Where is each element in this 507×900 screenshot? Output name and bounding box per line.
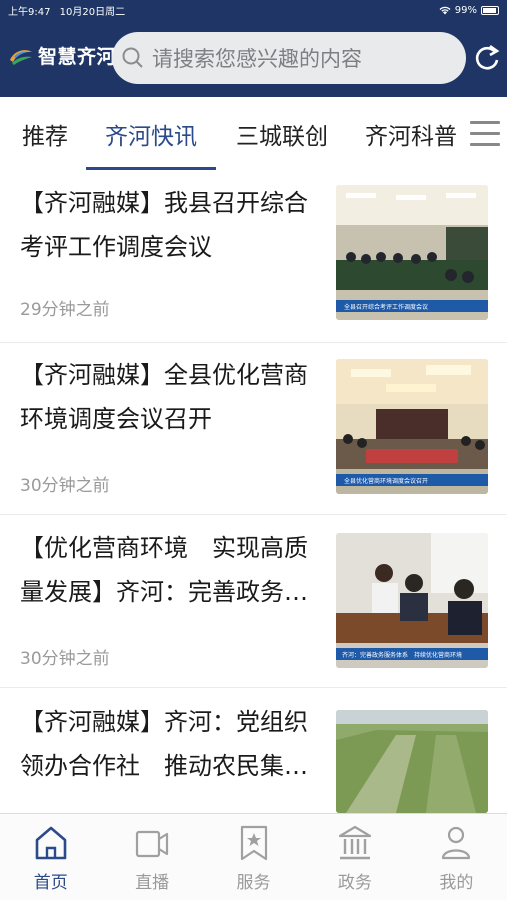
news-item[interactable]: 【齐河融媒】我县召开综合考评工作调度会议 29分钟之前 全县召开综合考评工作调度… xyxy=(0,171,507,343)
thumbnail-caption: 全县召开综合考评工作调度会议 xyxy=(344,303,428,311)
video-icon xyxy=(136,830,169,858)
search-icon xyxy=(122,47,143,68)
nav-mine[interactable]: 我的 xyxy=(406,814,507,900)
search-bar[interactable]: 请搜索您感兴趣的内容 xyxy=(112,32,466,84)
news-item[interactable]: 【齐河融媒】全县优化营商环境调度会议召开 30分钟之前 全县优化营商环境调度会议… xyxy=(0,343,507,515)
news-item[interactable]: 【优化营商环境 实现高质量发展】齐河：完善政务… 30分钟之前 齐河：完善政务服… xyxy=(0,516,507,688)
battery-percent: 99% xyxy=(454,4,477,16)
news-title: 【齐河融媒】齐河：党组织领办合作社 推动农民集… xyxy=(20,708,308,780)
logo-text: 智慧齐河 xyxy=(38,46,117,68)
news-thumbnail xyxy=(336,710,488,813)
news-thumbnail: 全县召开综合考评工作调度会议 xyxy=(336,185,488,320)
tab-qihe-news[interactable]: 齐河快讯 xyxy=(105,117,197,151)
news-time: 30分钟之前 xyxy=(20,649,110,669)
nav-government[interactable]: 政务 xyxy=(304,814,405,900)
user-icon xyxy=(442,826,471,860)
bottom-navigation: 首页 直播 服务 政务 我的 xyxy=(0,813,507,900)
nav-service[interactable]: 服务 xyxy=(203,814,304,900)
news-time: 30分钟之前 xyxy=(20,476,110,496)
status-date: 10月20日周二 xyxy=(59,6,126,18)
nav-mine-label: 我的 xyxy=(439,873,474,893)
news-time: 29分钟之前 xyxy=(20,300,110,320)
app-header: 上午9:47 10月20日周二 99% 智慧齐河 请搜索您感兴趣的内容 xyxy=(0,0,507,97)
nav-government-label: 政务 xyxy=(337,873,372,893)
news-title: 【齐河融媒】我县召开综合考评工作调度会议 xyxy=(20,189,308,261)
news-title: 【优化营商环境 实现高质量发展】齐河：完善政务… xyxy=(20,534,308,606)
tab-sancheng[interactable]: 三城联创 xyxy=(236,117,328,151)
home-icon xyxy=(35,826,67,860)
nav-service-label: 服务 xyxy=(236,873,271,893)
search-placeholder: 请搜索您感兴趣的内容 xyxy=(152,47,362,71)
nav-live-label: 直播 xyxy=(135,873,170,893)
thumbnail-caption: 齐河：完善政务服务体系 持续优化营商环境 xyxy=(342,651,462,659)
category-tabs: 推荐 齐河快讯 三城联创 齐河科普 xyxy=(0,97,507,171)
menu-icon[interactable] xyxy=(470,121,500,147)
battery-icon xyxy=(481,5,499,15)
thumbnail-caption: 全县优化营商环境调度会议召开 xyxy=(344,477,428,485)
nav-home-label: 首页 xyxy=(33,873,68,893)
active-tab-indicator xyxy=(86,167,216,170)
government-building-icon xyxy=(338,825,372,860)
news-thumbnail: 全县优化营商环境调度会议召开 xyxy=(336,359,488,494)
app-logo[interactable]: 智慧齐河 xyxy=(8,42,116,69)
refresh-icon[interactable] xyxy=(472,40,502,76)
nav-live[interactable]: 直播 xyxy=(101,814,202,900)
bookmark-star-icon xyxy=(240,825,267,861)
logo-swoosh-icon xyxy=(10,49,32,65)
news-thumbnail: 齐河：完善政务服务体系 持续优化营商环境 xyxy=(336,533,488,668)
wifi-icon xyxy=(439,6,451,14)
status-time: 上午9:47 xyxy=(8,6,51,18)
nav-home[interactable]: 首页 xyxy=(0,814,101,900)
tab-recommend[interactable]: 推荐 xyxy=(22,117,68,151)
status-bar: 上午9:47 10月20日周二 99% xyxy=(0,0,507,20)
tab-science[interactable]: 齐河科普 xyxy=(365,117,457,151)
news-title: 【齐河融媒】全县优化营商环境调度会议召开 xyxy=(20,361,308,433)
